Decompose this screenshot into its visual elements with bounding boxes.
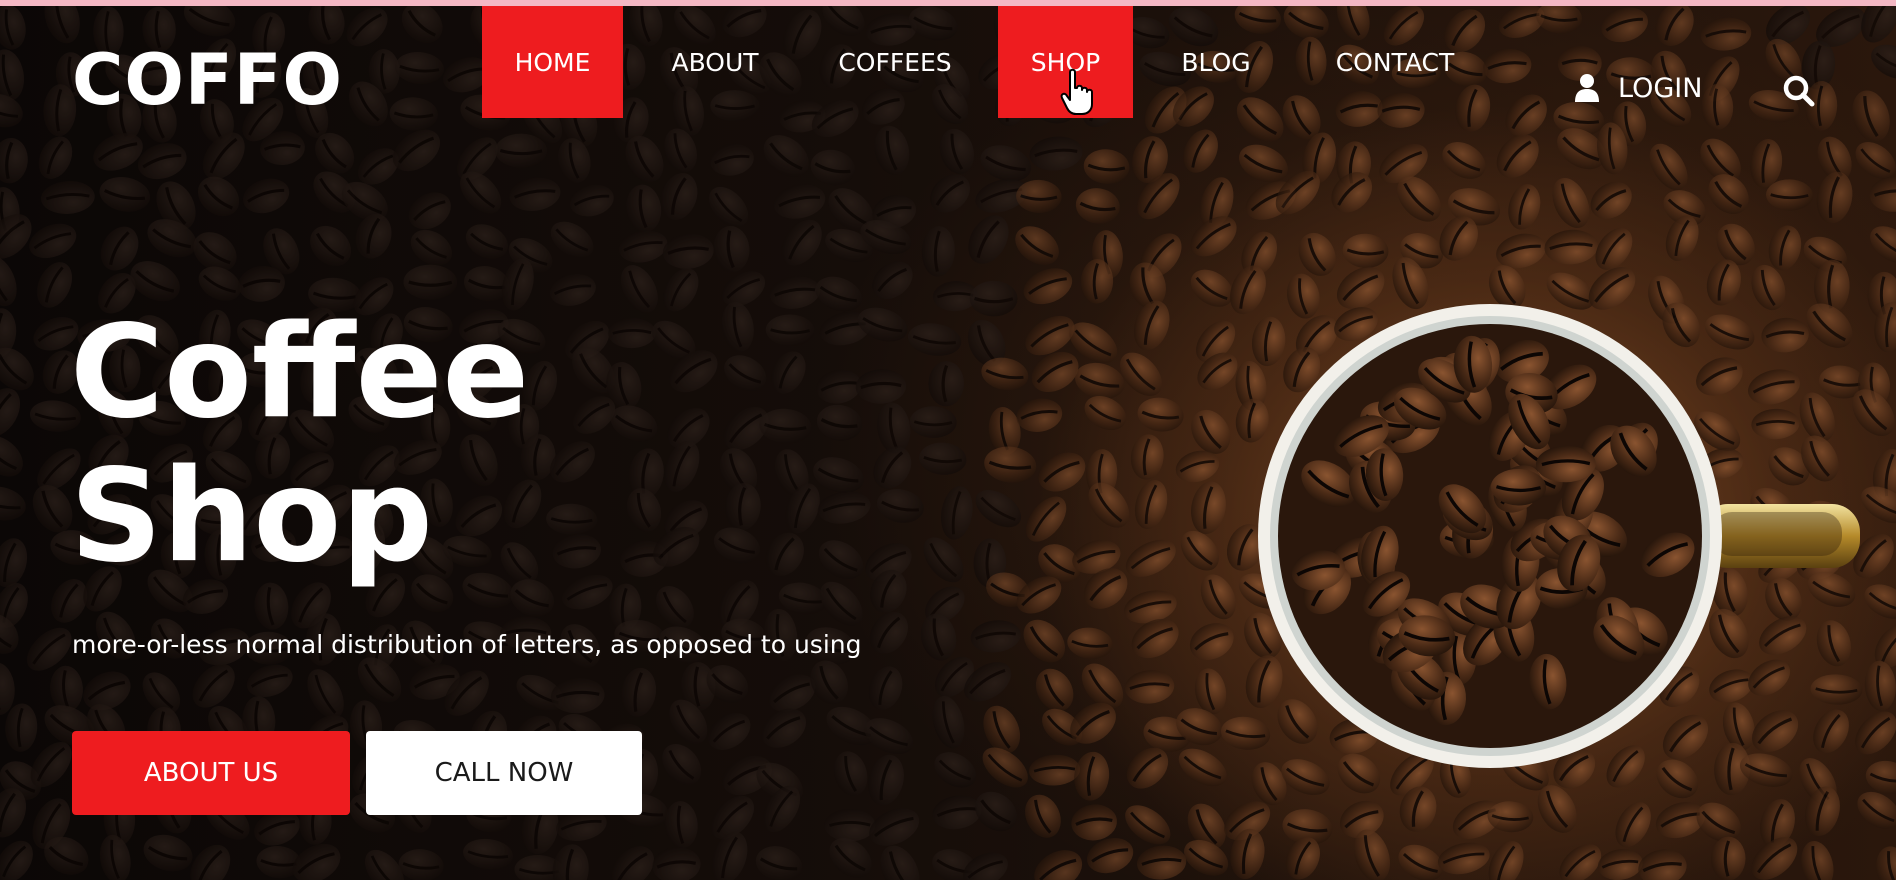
call-now-button[interactable]: CALL NOW xyxy=(366,731,642,815)
hero-title-line1: Coffee xyxy=(70,298,530,447)
nav-shop[interactable]: SHOP xyxy=(998,6,1133,118)
login-label: LOGIN xyxy=(1618,72,1703,104)
nav-blog[interactable]: BLOG xyxy=(1166,6,1266,118)
hero-title: Coffee Shop xyxy=(70,301,529,589)
hero-title-line2: Shop xyxy=(70,442,433,591)
about-us-button[interactable]: ABOUT US xyxy=(72,731,350,815)
hero-subtitle: more-or-less normal distribution of lett… xyxy=(72,630,862,659)
nav-contact[interactable]: CONTACT xyxy=(1316,6,1474,118)
search-icon[interactable] xyxy=(1782,74,1816,108)
nav-about[interactable]: ABOUT xyxy=(652,6,778,118)
hero-section: COFFO HOME ABOUT COFFEES SHOP BLOG CONTA… xyxy=(0,6,1896,880)
nav-home[interactable]: HOME xyxy=(482,6,623,118)
site-logo[interactable]: COFFO xyxy=(72,40,343,120)
login-link[interactable]: LOGIN xyxy=(1574,66,1702,110)
user-icon xyxy=(1575,74,1599,102)
nav-coffees[interactable]: COFFEES xyxy=(822,6,968,118)
